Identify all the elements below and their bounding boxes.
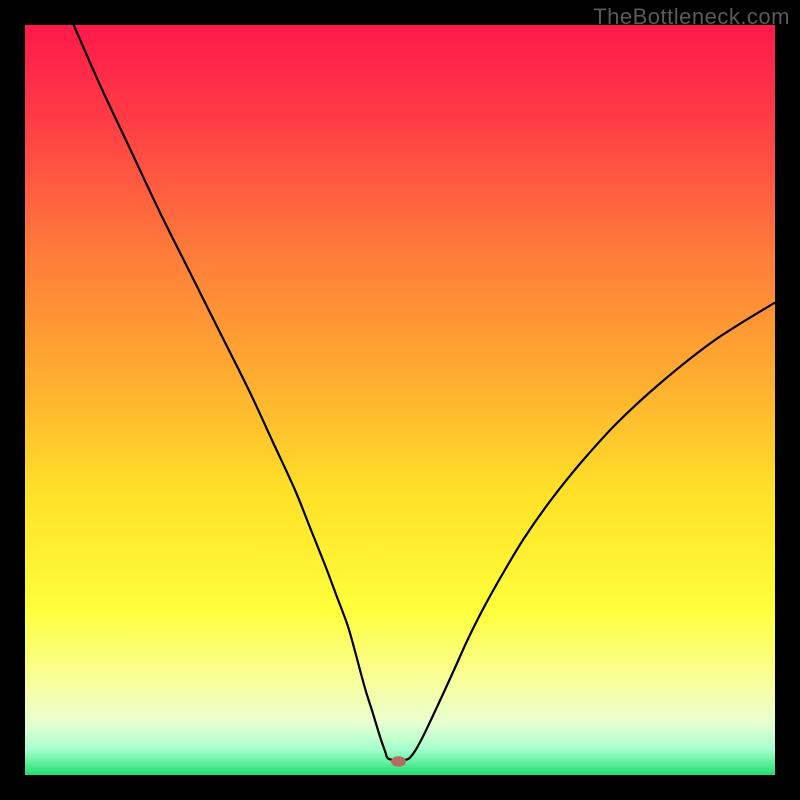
chart-frame: TheBottleneck.com — [0, 0, 800, 800]
minimum-marker — [391, 756, 406, 767]
chart-svg — [25, 25, 775, 775]
chart-plot — [25, 25, 775, 775]
watermark-label: TheBottleneck.com — [593, 4, 790, 30]
chart-background — [25, 25, 775, 775]
